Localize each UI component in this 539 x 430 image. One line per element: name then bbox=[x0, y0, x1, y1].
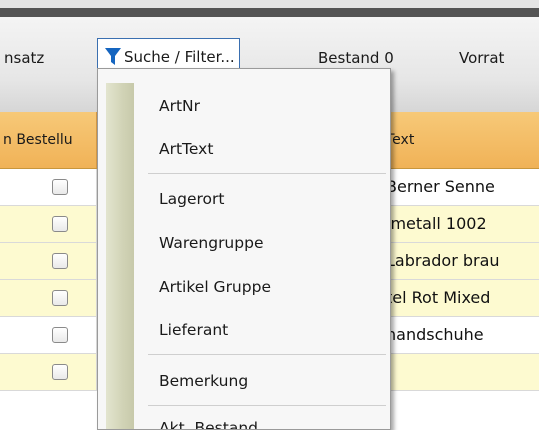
row-checkbox[interactable] bbox=[52, 179, 68, 195]
menu-icon-gutter bbox=[106, 83, 134, 429]
row-text: lmetall 1002 bbox=[386, 214, 487, 233]
row-checkbox[interactable] bbox=[52, 253, 68, 269]
menu-separator bbox=[148, 405, 386, 406]
menu-item-bemerkung[interactable]: Bemerkung bbox=[159, 366, 248, 396]
menu-item-artikel-gruppe[interactable]: Artikel Gruppe bbox=[159, 272, 271, 302]
filter-icon bbox=[105, 48, 121, 65]
menu-item-artnr[interactable]: ArtNr bbox=[159, 91, 200, 121]
toolbar-item-ansatz[interactable]: nsatz bbox=[4, 44, 44, 72]
menu-separator bbox=[148, 354, 386, 355]
row-text: handschuhe bbox=[386, 325, 484, 344]
window-title-band bbox=[0, 8, 539, 17]
row-checkbox[interactable] bbox=[52, 216, 68, 232]
vorrat-button[interactable]: Vorrat bbox=[459, 44, 504, 72]
search-filter-dropdown-menu: ArtNr ArtText Lagerort Warengruppe Artik… bbox=[97, 68, 391, 430]
row-text: tel Rot Mixed bbox=[386, 288, 491, 307]
menu-item-arttext[interactable]: ArtText bbox=[159, 134, 213, 164]
menu-item-lagerort[interactable]: Lagerort bbox=[159, 184, 224, 214]
column-header-bestellung[interactable]: n Bestellu bbox=[3, 112, 73, 168]
row-checkbox[interactable] bbox=[52, 290, 68, 306]
menu-separator bbox=[148, 173, 386, 174]
menu-item-lieferant[interactable]: Lieferant bbox=[159, 315, 228, 345]
row-checkbox[interactable] bbox=[52, 364, 68, 380]
row-text: Berner Senne bbox=[386, 177, 495, 196]
search-filter-label: Suche / Filter... bbox=[124, 48, 235, 66]
row-text: Labrador brau bbox=[386, 251, 500, 270]
row-checkbox[interactable] bbox=[52, 327, 68, 343]
menu-item-warengruppe[interactable]: Warengruppe bbox=[159, 228, 263, 258]
menu-item-akt-bestand[interactable]: Akt. Bestand bbox=[159, 413, 258, 429]
